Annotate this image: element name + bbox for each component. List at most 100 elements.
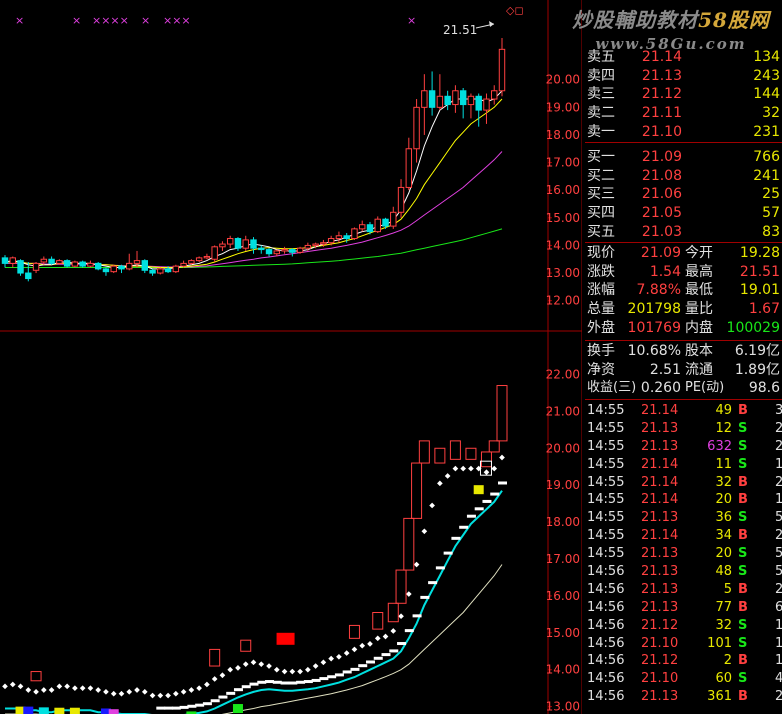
bid-row[interactable]: 买三 21.06 25	[585, 185, 782, 204]
candle-body	[211, 246, 218, 260]
trade-side: S	[738, 456, 748, 472]
stair-dash	[241, 685, 251, 689]
stair-dash	[311, 678, 321, 682]
trade-ticks[interactable]: 14:55 21.14 49 B 3 14:55 21.13 12 S 2 14:55 21.13 63…	[585, 402, 782, 706]
bid-row[interactable]: 买一 21.09 766	[585, 148, 782, 167]
trade-time: 14:56	[587, 653, 625, 669]
candle-body	[164, 268, 172, 273]
trade-row: 14:56 21.12 2 B 1	[585, 652, 782, 670]
stair-dash	[171, 706, 181, 710]
candle-body	[219, 243, 226, 248]
ask-row[interactable]: 卖二 21.11 32	[585, 104, 782, 123]
candle-body	[296, 247, 304, 253]
bid-book: 买一 21.09 766 买二 21.08 241 买三 21.06 25 买四 21.05 5…	[585, 148, 782, 241]
stair-dash	[210, 699, 220, 703]
trade-price: 21.13	[641, 564, 679, 580]
candle-body	[312, 243, 319, 246]
trade-price: 21.12	[641, 617, 679, 633]
candle-body	[475, 95, 482, 111]
current-price: 21.09	[640, 245, 681, 261]
stair-dash	[334, 673, 344, 677]
candle-body	[203, 255, 211, 259]
trade-volume: 34	[715, 528, 732, 544]
stair-dash	[435, 566, 445, 570]
candle-body	[265, 249, 273, 255]
candle-body	[421, 90, 428, 108]
candle-body	[258, 247, 265, 251]
trade-price: 21.14	[641, 528, 679, 544]
candle-body	[413, 106, 420, 150]
stair-dash	[404, 629, 414, 633]
trade-side: B	[738, 403, 748, 418]
trade-time: 14:56	[587, 689, 625, 705]
trade-volume: 32	[715, 474, 732, 490]
trade-time: 14:55	[587, 492, 625, 508]
trade-price: 21.13	[641, 438, 679, 454]
signal-block	[108, 709, 119, 714]
candle-body	[141, 260, 148, 271]
stair-dash	[265, 680, 275, 684]
kline-chart[interactable]: 20.00 19.00 18.00 17.00 16.00 15.00 14.00 13.00…	[0, 0, 582, 714]
indicator-tick-label: 19.00	[546, 478, 580, 492]
trade-price: 21.10	[641, 635, 679, 651]
trade-time: 14:55	[587, 528, 625, 544]
trade-count: 5	[775, 564, 782, 580]
alert-block	[276, 632, 295, 645]
svg-text:×: ×	[407, 14, 416, 27]
ask-row[interactable]: 卖一 21.10 231	[585, 123, 782, 142]
trade-count: 5	[775, 546, 782, 562]
trade-count: 2	[775, 581, 782, 597]
bid-row[interactable]: 买二 21.08 241	[585, 167, 782, 186]
ask-row[interactable]: 卖四 21.13 243	[585, 67, 782, 86]
bid-row[interactable]: 买四 21.05 57	[585, 204, 782, 223]
trade-time: 14:56	[587, 581, 625, 597]
trade-volume: 361	[707, 689, 732, 705]
candle-body	[149, 269, 156, 274]
ask-row[interactable]: 卖三 21.12 144	[585, 85, 782, 104]
trade-count: 2	[775, 528, 782, 544]
trade-volume: 20	[715, 546, 732, 562]
signal-block	[38, 707, 49, 714]
signal-block	[69, 707, 80, 714]
stair-dash	[233, 688, 243, 692]
price-tick-label: 12.00	[546, 294, 580, 308]
trade-count: 4	[775, 671, 782, 687]
candle-body	[491, 90, 498, 100]
candle-body	[234, 238, 242, 249]
indicator-tick-label: 14.00	[546, 663, 580, 677]
candle-body	[382, 218, 389, 227]
candle-body	[459, 90, 467, 106]
trade-row: 14:55 21.13 12 S 2	[585, 420, 782, 438]
trade-side: S	[738, 546, 748, 562]
watermark-text-a: 炒股輔助教材	[572, 8, 699, 32]
trade-row: 14:55 21.13 20 S 5	[585, 545, 782, 563]
bid-row[interactable]: 买五 21.03 83	[585, 223, 782, 242]
candle-body	[48, 258, 55, 264]
candle-body	[483, 98, 490, 111]
stair-dash	[381, 653, 391, 657]
trade-time: 14:56	[587, 599, 625, 615]
trade-row: 14:56 21.13 361 B 29	[585, 688, 782, 706]
trade-row: 14:56 21.12 32 S 1	[585, 617, 782, 635]
trade-count: 1	[775, 492, 782, 508]
candle-body	[304, 244, 312, 249]
trade-volume: 77	[715, 599, 732, 615]
ask-row[interactable]: 卖五 21.14 134	[585, 48, 782, 67]
candle-body	[397, 186, 405, 213]
trade-price: 21.13	[641, 689, 679, 705]
divider	[585, 340, 782, 341]
trade-count: 13	[775, 635, 782, 651]
signal-block	[473, 485, 484, 495]
stair-dash	[420, 595, 430, 599]
trade-count: 29	[775, 689, 782, 705]
stair-dash	[389, 649, 399, 653]
candle-body	[452, 90, 459, 106]
price-tick-label: 15.00	[546, 211, 580, 225]
trade-volume: 49	[715, 403, 732, 418]
candle-body	[351, 228, 358, 240]
stair-dash	[303, 680, 313, 684]
stair-dash	[280, 681, 290, 685]
candle-body	[17, 260, 24, 274]
price-tick-label: 18.00	[546, 128, 580, 142]
fundamentals-panel: 换手 10.68% 股本 6.19亿 净资 2.51 流通 1.89亿 收益(三) 0.260…	[587, 343, 780, 397]
